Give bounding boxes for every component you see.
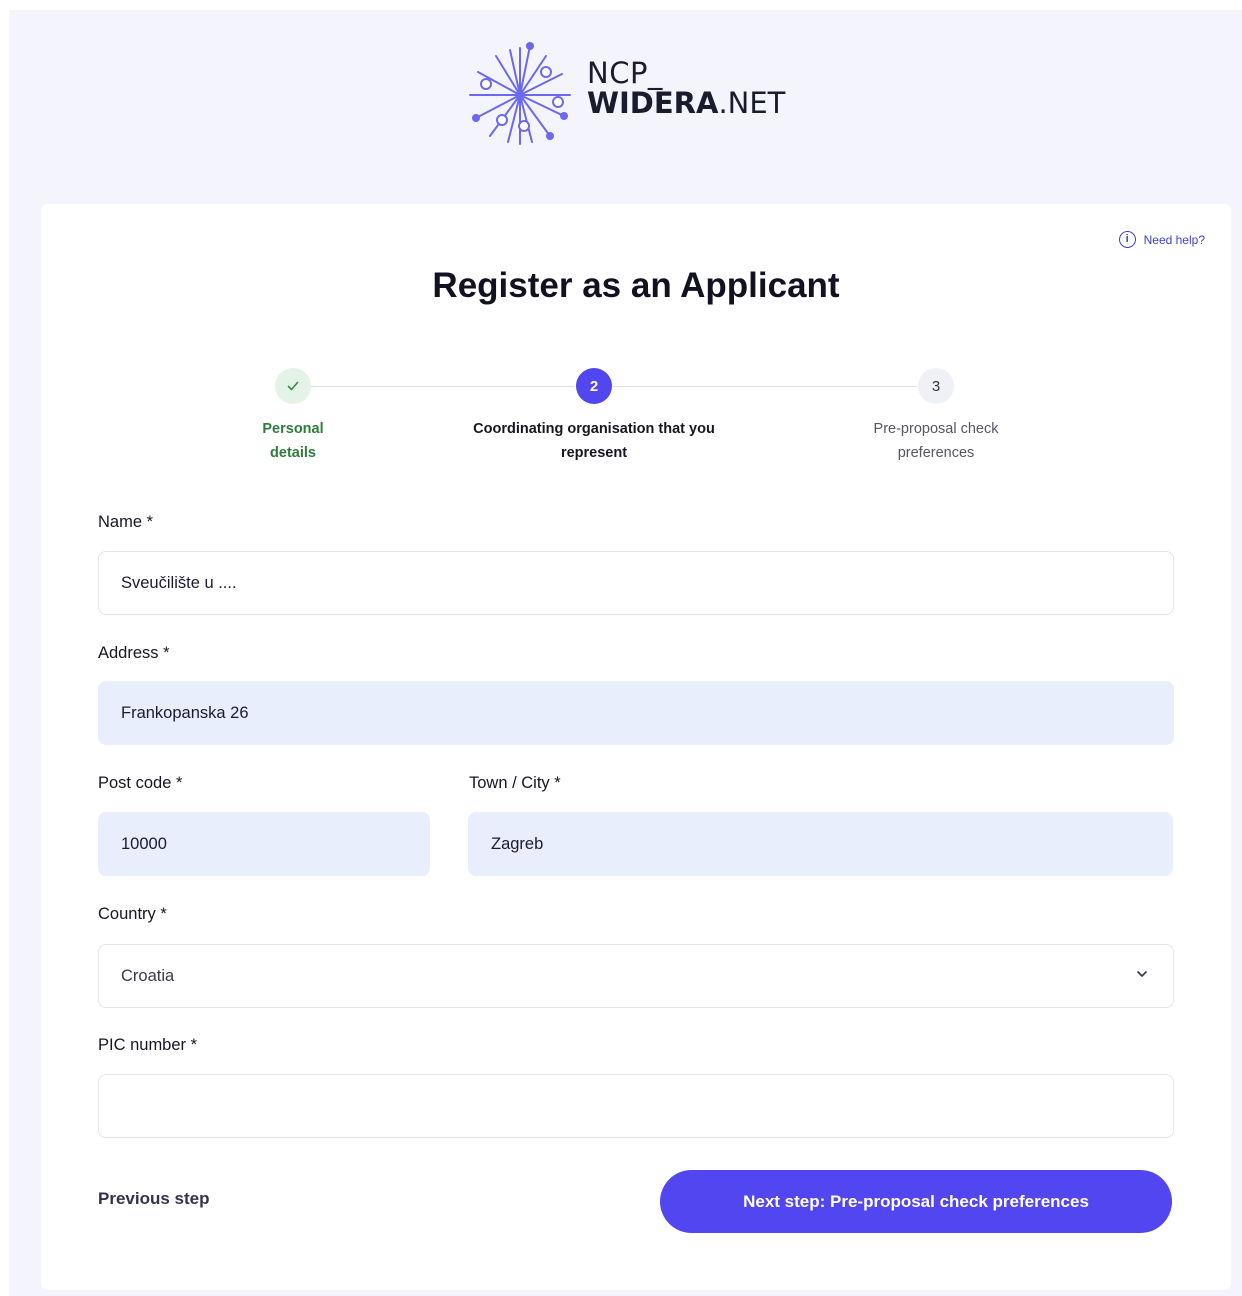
logo-text: NCP_ WIDERA.NET	[587, 58, 785, 118]
step-2-label-line-1: Coordinating organisation that you	[473, 421, 715, 437]
town-input[interactable]: Zagreb	[468, 812, 1173, 876]
town-label: Town / City *	[469, 774, 561, 792]
ncp-widera-logo[interactable]: NCP_ WIDERA.NET	[466, 42, 806, 148]
town-value: Zagreb	[491, 834, 544, 853]
country-label: Country *	[98, 905, 167, 923]
logo-line-1: NCP_	[587, 56, 663, 90]
starburst-logo-icon	[469, 42, 571, 145]
country-value: Croatia	[121, 966, 175, 985]
need-help-link[interactable]: i Need help?	[1118, 231, 1205, 248]
page-title: Register as an Applicant	[432, 266, 840, 305]
step-2-indicator: 2	[576, 368, 612, 404]
step-1-label: Personal details	[213, 417, 373, 465]
country-select[interactable]: Croatia	[98, 944, 1174, 1008]
post-code-label: Post code *	[98, 774, 183, 792]
address-label: Address *	[98, 644, 170, 662]
logo-line-2: WIDERA.NET	[587, 88, 785, 118]
step-3-label: Pre-proposal check preferences	[836, 417, 1036, 465]
step-3-label-line-1: Pre-proposal check	[873, 421, 999, 437]
previous-step-button[interactable]: Previous step	[98, 1189, 210, 1209]
need-help-label: Need help?	[1143, 232, 1205, 247]
chevron-down-icon	[1137, 971, 1147, 977]
next-step-label: Next step: Pre-proposal check preference…	[743, 1191, 1089, 1211]
step-2-number: 2	[589, 377, 599, 395]
name-input[interactable]: Sveučilište u ....	[98, 551, 1174, 615]
address-value: Frankopanska 26	[121, 703, 249, 722]
step-2-label: Coordinating organisation that you repre…	[444, 417, 744, 465]
address-input[interactable]: Frankopanska 26	[98, 681, 1174, 745]
step-1-indicator[interactable]	[275, 368, 311, 404]
step-3-label-line-2: preferences	[897, 445, 975, 461]
step-3-indicator: 3	[918, 368, 954, 404]
post-code-input[interactable]: 10000	[98, 812, 430, 876]
step-2-label-line-2: represent	[560, 445, 628, 461]
checkmark-icon	[287, 381, 299, 391]
info-icon: i	[1118, 231, 1136, 248]
name-label: Name *	[98, 513, 154, 531]
stepper-connector-1	[311, 386, 575, 387]
logo-bold-part: WIDERA	[587, 86, 719, 120]
pic-number-input[interactable]	[98, 1074, 1174, 1138]
stepper-connector-2	[613, 386, 917, 387]
logo-rest-part: .NET	[718, 86, 786, 120]
pic-label: PIC number *	[98, 1036, 198, 1054]
name-value: Sveučilište u ....	[121, 573, 237, 592]
step-1-label-line-1: Personal	[262, 421, 324, 437]
step-1-label-line-2: details	[270, 445, 316, 461]
registration-card: i Need help? Register as an Applicant Pe…	[41, 204, 1231, 1290]
step-3-number: 3	[931, 377, 941, 395]
next-step-button[interactable]: Next step: Pre-proposal check preference…	[660, 1170, 1172, 1233]
post-code-value: 10000	[121, 834, 167, 853]
